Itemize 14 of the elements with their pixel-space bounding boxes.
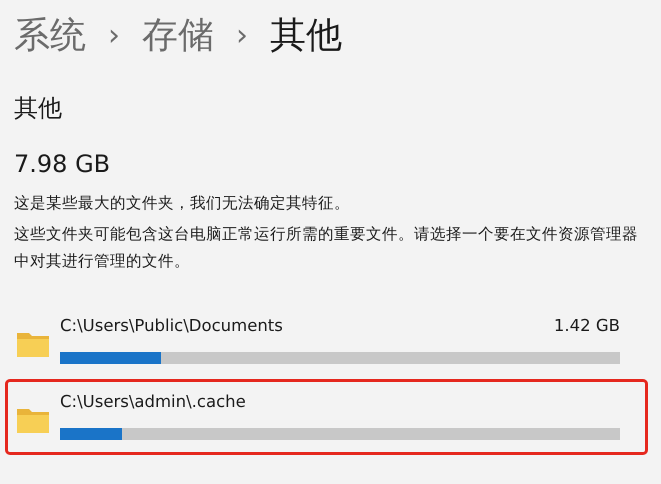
- chevron-separator: ›: [108, 18, 120, 52]
- folder-size: 1.42 GB: [554, 316, 620, 337]
- folder-icon: [16, 330, 50, 358]
- total-size: 7.98 GB: [14, 150, 112, 178]
- folder-path[interactable]: C:\Users\admin\.cache: [60, 392, 246, 416]
- description-text: 这些文件夹可能包含这台电脑正常运行所需的重要文件。请选择一个要在文件资源管理器中对其进行管理的文件。: [14, 224, 639, 272]
- description-text: 这是某些最大的文件夹，我们无法确定其特征。: [14, 193, 351, 214]
- breadcrumb-item[interactable]: 系统: [14, 10, 86, 60]
- page-heading: 其他: [14, 93, 63, 124]
- chevron-separator: ›: [236, 18, 248, 52]
- folder-icon: [16, 406, 50, 434]
- breadcrumb-item: 其他: [270, 14, 342, 58]
- breadcrumb-item[interactable]: 存储: [142, 10, 214, 60]
- folder-path[interactable]: C:\Users\Public\Documents: [60, 316, 283, 340]
